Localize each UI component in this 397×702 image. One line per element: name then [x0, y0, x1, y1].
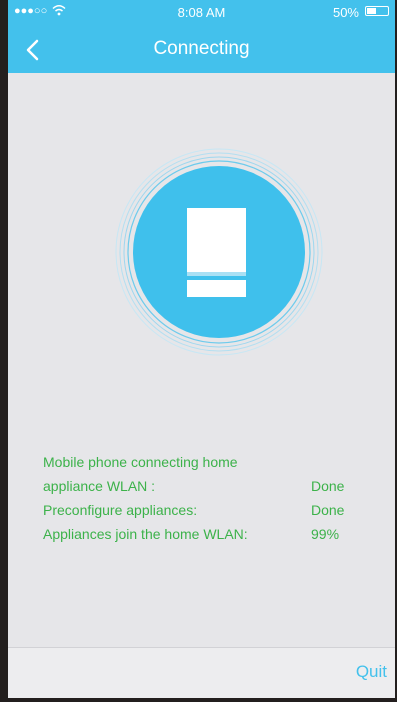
- status-value: 99%: [311, 526, 340, 542]
- status-label: Appliances join the home WLAN:: [43, 526, 248, 542]
- bottom-bar: Quit: [8, 647, 395, 698]
- battery-level: [367, 8, 376, 14]
- status-value: Done: [311, 502, 345, 518]
- battery-icon: [365, 6, 389, 16]
- quit-button[interactable]: Quit: [356, 662, 387, 682]
- status-value: Done: [311, 478, 345, 494]
- status-row: Preconfigure appliances: Done: [43, 498, 383, 522]
- status-row: Appliances join the home WLAN: 99%: [43, 522, 383, 546]
- connection-status-list: Mobile phone connecting home appliance W…: [43, 450, 383, 546]
- status-row: Mobile phone connecting home: [43, 450, 383, 474]
- status-bar: ●●●○○ 8:08 AM 50%: [8, 0, 395, 22]
- page-title: Connecting: [153, 38, 250, 59]
- appliance-icon: [187, 208, 246, 297]
- status-label: Mobile phone connecting home: [43, 454, 238, 470]
- status-label: appliance WLAN :: [43, 478, 156, 494]
- status-label: Preconfigure appliances:: [43, 502, 198, 518]
- status-row: appliance WLAN : Done: [43, 474, 383, 498]
- app-screen: ●●●○○ 8:08 AM 50% Connecting Mobile phon…: [0, 0, 397, 702]
- nav-header: ●●●○○ 8:08 AM 50% Connecting: [8, 0, 395, 73]
- battery-percent: 50%: [332, 5, 359, 20]
- connecting-graphic: [115, 148, 323, 356]
